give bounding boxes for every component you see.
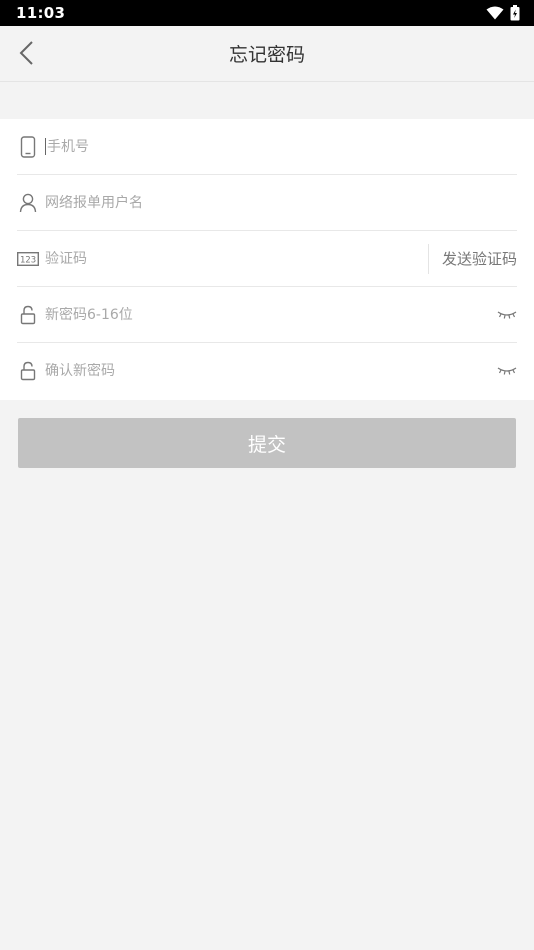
username-row xyxy=(17,175,517,231)
lock-icon xyxy=(17,304,39,326)
phone-input[interactable] xyxy=(47,138,517,155)
submit-button[interactable]: 提交 xyxy=(18,418,516,468)
back-button[interactable] xyxy=(14,39,42,67)
numeric-123-icon: 123 xyxy=(17,248,39,270)
confirm-password-input[interactable] xyxy=(45,363,497,379)
username-input[interactable] xyxy=(45,194,517,211)
header: 忘记密码 xyxy=(0,26,534,82)
lock-icon xyxy=(17,360,39,382)
verification-code-input[interactable] xyxy=(45,250,428,267)
user-icon xyxy=(17,192,39,214)
wifi-icon xyxy=(486,6,504,20)
confirm-password-row xyxy=(17,343,517,399)
status-icons xyxy=(486,5,520,21)
text-cursor xyxy=(45,138,46,155)
divider xyxy=(427,243,429,274)
chevron-left-icon xyxy=(19,41,33,65)
battery-icon xyxy=(510,5,520,21)
eye-closed-icon[interactable] xyxy=(497,308,517,322)
phone-row xyxy=(17,119,517,175)
send-code-button[interactable]: 发送验证码 xyxy=(442,248,517,269)
status-bar: 11:03 xyxy=(0,0,534,26)
code-row: 123 发送验证码 xyxy=(17,231,517,287)
reset-password-form: 123 发送验证码 xyxy=(0,119,534,400)
page-title: 忘记密码 xyxy=(228,44,305,66)
new-password-input[interactable] xyxy=(45,306,497,323)
smartphone-icon xyxy=(17,135,39,158)
eye-closed-icon[interactable] xyxy=(497,364,517,378)
new-password-row xyxy=(17,287,517,343)
status-time: 11:03 xyxy=(16,4,66,22)
svg-text:123: 123 xyxy=(20,255,36,265)
